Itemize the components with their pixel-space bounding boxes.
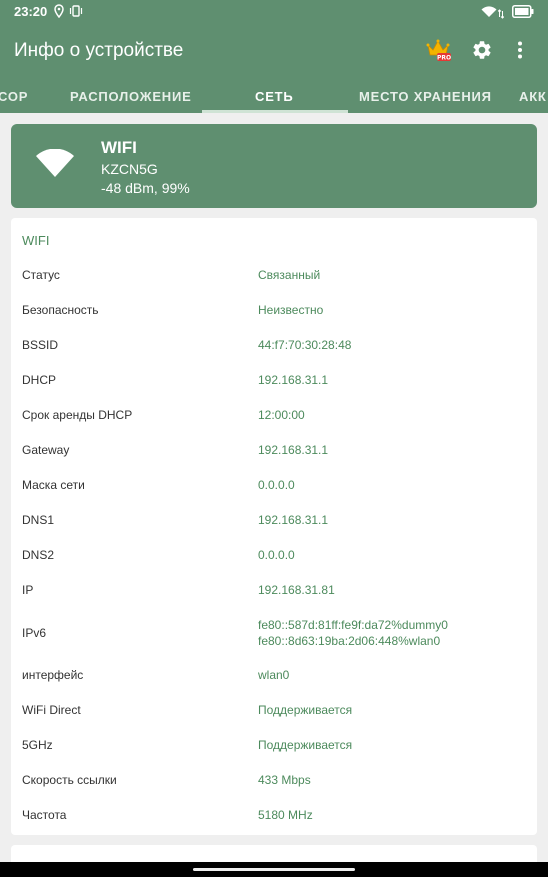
row-value: 192.168.31.81 [258,583,335,597]
detail-row-netmask: Маска сети 0.0.0.0 [11,475,537,510]
row-label: IPv6 [22,626,47,640]
row-label: Частота [22,808,67,822]
wifi-arrows-icon [497,6,505,24]
detail-row-link-speed: Скорость ссылки 433 Mbps [11,770,537,805]
tab-network[interactable]: СЕТЬ [255,89,294,104]
row-label: Статус [22,268,60,282]
more-vert-icon [517,41,523,64]
tab-storage[interactable]: МЕСТО ХРАНЕНИЯ [359,89,492,104]
row-value: 12:00:00 [258,408,305,422]
wifi-name: WIFI [101,138,137,157]
row-label: Маска сети [22,478,85,492]
row-label: WiFi Direct [22,703,81,717]
tab-bar: СОР РАСПОЛОЖЕНИЕ СЕТЬ МЕСТО ХРАНЕНИЯ АКК [0,80,548,113]
active-tab-indicator [202,110,348,113]
row-value: 192.168.31.1 [258,443,329,457]
row-value: Поддерживается [258,738,353,752]
detail-row-5ghz: 5GHz Поддерживается [11,735,537,770]
detail-row-ip: IP 192.168.31.81 [11,580,537,615]
detail-row-status: Статус Связанный [11,265,537,300]
row-label: IP [22,583,34,597]
row-value: 192.168.31.1 [258,513,329,527]
wifi-icon [481,5,497,23]
detail-row-gateway: Gateway 192.168.31.1 [11,440,537,475]
row-value: wlan0 [258,668,290,682]
settings-button[interactable] [467,37,497,67]
row-label: 5GHz [22,738,53,752]
detail-row-bssid: BSSID 44:f7:70:30:28:48 [11,335,537,370]
settings-gear-icon [471,39,493,66]
row-value: 0.0.0.0 [258,548,295,562]
detail-row-wifi-direct: WiFi Direct Поддерживается [11,700,537,735]
row-value: Связанный [258,268,321,282]
row-label: BSSID [22,338,59,352]
row-value: 0.0.0.0 [258,478,295,492]
app-bar: Инфо о устройстве PRO [0,24,548,80]
location-icon [54,4,64,23]
row-label: DNS1 [22,513,55,527]
row-value: 5180 MHz [258,808,313,822]
more-options-button[interactable] [505,37,535,67]
pro-crown-button[interactable]: PRO [424,37,454,67]
row-label: DNS2 [22,548,55,562]
row-value-secondary: fe80::8d63:19ba:2d06:448%wlan0 [258,634,441,648]
row-value: 44:f7:70:30:28:48 [258,338,352,352]
tab-sensor[interactable]: СОР [0,89,28,104]
row-value: fe80::587d:81ff:fe9f:da72%dummy0 [258,618,448,632]
section-title: WIFI [22,233,50,248]
row-label: Срок аренды DHCP [22,408,133,422]
row-value: 433 Mbps [258,773,311,787]
detail-row-dhcp: DHCP 192.168.31.1 [11,370,537,405]
detail-row-ipv6: IPv6 fe80::587d:81ff:fe9f:da72%dummy0 fe… [11,615,537,665]
detail-row-interface: интерфейс wlan0 [11,665,537,700]
pro-crown-icon: PRO [426,38,452,67]
wifi-details-card: WIFI Статус Связанный Безопасность Неизв… [11,218,537,835]
row-label: интерфейс [22,668,84,682]
detail-row-dns2: DNS2 0.0.0.0 [11,545,537,580]
status-time: 23:20 [14,4,48,19]
detail-row-frequency: Частота 5180 MHz [11,805,537,835]
home-gesture-handle[interactable] [193,868,355,871]
detail-row-security: Безопасность Неизвестно [11,300,537,335]
detail-row-dns1: DNS1 192.168.31.1 [11,510,537,545]
detail-row-dhcp-lease: Срок аренды DHCP 12:00:00 [11,405,537,440]
row-value: 192.168.31.1 [258,373,329,387]
row-label: Gateway [22,443,70,457]
battery-icon [512,5,534,23]
wifi-signal-strength: -48 dBm, 99% [101,180,190,196]
wifi-summary-card: WIFI KZCN5G -48 dBm, 99% [11,124,537,208]
row-value: Поддерживается [258,703,353,717]
vibrate-icon [69,4,83,23]
pro-badge-label: PRO [437,54,451,61]
wifi-ssid: KZCN5G [101,161,158,177]
row-label: Безопасность [22,303,99,317]
wifi-signal-icon [35,148,75,184]
tab-battery[interactable]: АКК [519,89,547,104]
tab-location[interactable]: РАСПОЛОЖЕНИЕ [70,89,192,104]
page-title: Инфо о устройстве [14,40,184,61]
status-bar: 23:20 [0,0,548,24]
row-value: Неизвестно [258,303,324,317]
row-label: DHCP [22,373,57,387]
row-label: Скорость ссылки [22,773,117,787]
